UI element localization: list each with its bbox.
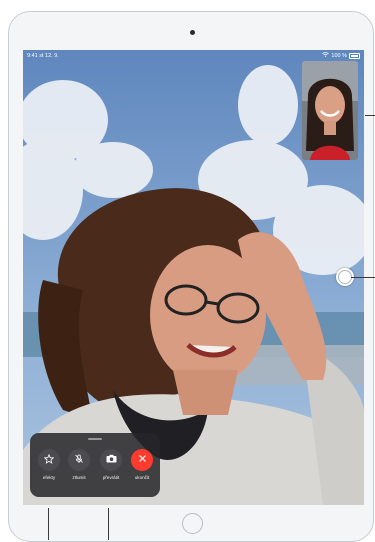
mic-slash-icon: [74, 454, 84, 467]
callout-line-pip: [365, 115, 375, 116]
self-view-video: [302, 61, 358, 160]
flip-label: převrátit: [102, 475, 120, 480]
status-time-date: 9:41 st 12. 9.: [27, 53, 59, 59]
callout-line-effects: [48, 508, 49, 540]
mute-button[interactable]: [68, 449, 90, 471]
mute-label: ztlumit: [72, 475, 86, 480]
flip-camera-button[interactable]: [100, 449, 122, 471]
effects-button[interactable]: [38, 449, 60, 471]
battery-icon: [349, 53, 360, 59]
end-call-button[interactable]: [131, 449, 153, 471]
effects-label: efekty: [42, 475, 56, 480]
end-label: ukončit: [134, 475, 150, 480]
callout-line-shutter: [351, 277, 375, 278]
call-controls-panel: efekty ztlumit převrátit ukončit: [30, 433, 160, 497]
facetime-screen: 9:41 st 12. 9. 100 % efekty ztlumit přev…: [23, 50, 364, 505]
home-button[interactable]: [182, 513, 203, 534]
self-view-pip[interactable]: [302, 61, 358, 160]
star-icon: [43, 453, 55, 467]
callout-line-flip: [108, 508, 109, 540]
close-icon: [138, 454, 147, 466]
panel-drag-handle[interactable]: [88, 438, 102, 440]
front-camera: [190, 30, 195, 35]
camera-flip-icon: [106, 454, 117, 466]
